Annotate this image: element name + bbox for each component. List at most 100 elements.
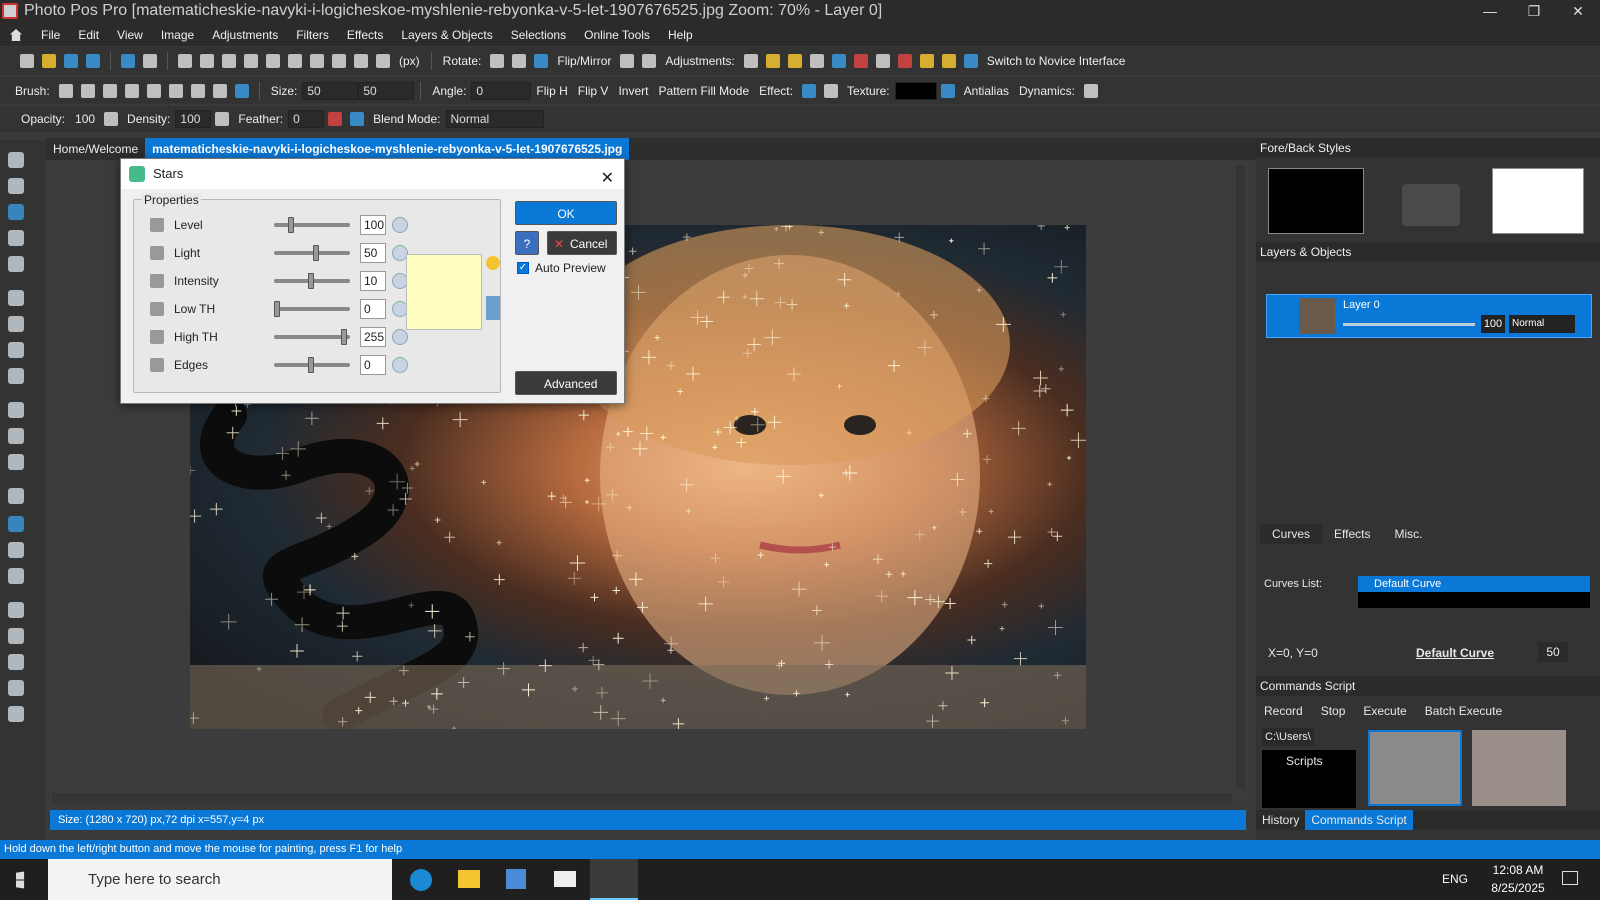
magic-select-icon[interactable] bbox=[8, 316, 24, 332]
slider-thumb[interactable] bbox=[308, 357, 314, 373]
slider-thumb[interactable] bbox=[341, 329, 347, 345]
redo-icon[interactable] bbox=[143, 54, 157, 68]
effect-options-icon[interactable] bbox=[823, 83, 838, 98]
cancel-button[interactable]: ✕ Cancel bbox=[547, 231, 617, 255]
paste-new-icon[interactable] bbox=[244, 54, 258, 68]
curve-value[interactable]: 50 bbox=[1538, 642, 1568, 662]
background-color[interactable] bbox=[1492, 168, 1584, 234]
texture-dropdown-icon[interactable] bbox=[940, 83, 955, 98]
menu-help[interactable]: Help bbox=[668, 28, 693, 42]
lightning-icon[interactable] bbox=[941, 54, 956, 68]
property-value-input[interactable]: 0 bbox=[360, 299, 386, 319]
curve-link[interactable]: Default Curve bbox=[1416, 646, 1494, 660]
property-value-input[interactable]: 50 bbox=[360, 243, 386, 263]
file-explorer-icon[interactable] bbox=[458, 870, 480, 888]
reset-icon[interactable] bbox=[392, 329, 408, 345]
menu-effects[interactable]: Effects bbox=[347, 28, 383, 42]
property-slider[interactable] bbox=[274, 273, 350, 289]
horizontal-scrollbar[interactable] bbox=[52, 793, 1232, 803]
menu-image[interactable]: Image bbox=[161, 28, 194, 42]
slider-thumb[interactable] bbox=[308, 273, 314, 289]
rotate-right-icon[interactable] bbox=[512, 54, 527, 68]
ok-button[interactable]: OK bbox=[515, 201, 617, 225]
levels-icon[interactable] bbox=[787, 54, 802, 68]
foreground-color[interactable] bbox=[1268, 168, 1364, 234]
photo-icon[interactable] bbox=[853, 54, 868, 68]
layer-opacity-slider[interactable] bbox=[1343, 323, 1475, 326]
blend-mode-select[interactable]: Normal bbox=[445, 110, 544, 128]
ruler-tool-icon[interactable] bbox=[8, 628, 24, 644]
rotate-free-icon[interactable] bbox=[534, 54, 549, 68]
vertical-scrollbar[interactable] bbox=[1236, 165, 1246, 789]
menu-filters[interactable]: Filters bbox=[296, 28, 329, 42]
script-path[interactable]: C:\Users\ bbox=[1262, 728, 1314, 746]
slider-thumb[interactable] bbox=[288, 217, 294, 233]
feather-input[interactable]: 0 bbox=[288, 110, 325, 128]
reset-icon[interactable] bbox=[392, 357, 408, 373]
blur-icon[interactable] bbox=[831, 54, 846, 68]
property-slider[interactable] bbox=[274, 245, 350, 261]
dodge-tool-icon[interactable] bbox=[8, 706, 24, 722]
copy-icon[interactable] bbox=[200, 54, 214, 68]
grid-icon[interactable] bbox=[288, 54, 302, 68]
red-eye-icon[interactable] bbox=[897, 54, 912, 68]
swatch-arrows-icon[interactable] bbox=[486, 296, 500, 320]
clock-date[interactable]: 8/25/2025 bbox=[1486, 881, 1550, 895]
tab-home-welcome[interactable]: Home/Welcome bbox=[46, 138, 145, 160]
cut-icon[interactable] bbox=[178, 54, 192, 68]
swap-colors-icon[interactable] bbox=[1402, 184, 1460, 226]
batch-execute-button[interactable]: Batch Execute bbox=[1425, 704, 1502, 718]
layer-blend-select[interactable]: Normal bbox=[1509, 315, 1575, 333]
brush-circle-icon[interactable] bbox=[80, 83, 95, 98]
curve-item[interactable]: Default Curve bbox=[1358, 576, 1590, 592]
scripts-folder[interactable]: Scripts bbox=[1262, 750, 1356, 808]
novice-interface-icon[interactable] bbox=[963, 54, 978, 68]
move-tool-icon[interactable] bbox=[8, 204, 24, 220]
color-picker-icon[interactable] bbox=[486, 256, 500, 270]
guides-icon[interactable] bbox=[332, 54, 346, 68]
line-tool-icon[interactable] bbox=[8, 454, 24, 470]
brush-square-icon[interactable] bbox=[58, 83, 73, 98]
close-window-button[interactable]: ✕ bbox=[1556, 0, 1600, 24]
property-value-input[interactable]: 0 bbox=[360, 355, 386, 375]
opacity-value[interactable]: 100 bbox=[75, 112, 95, 126]
tab-history[interactable]: History bbox=[1256, 810, 1305, 830]
menu-view[interactable]: View bbox=[117, 28, 143, 42]
brush-star-icon[interactable] bbox=[234, 83, 249, 98]
menu-adjustments[interactable]: Adjustments bbox=[212, 28, 278, 42]
resize-icon[interactable] bbox=[354, 54, 368, 68]
sharpen-icon[interactable] bbox=[809, 54, 824, 68]
new-file-icon[interactable] bbox=[20, 54, 34, 68]
invert-checkbox[interactable]: Invert bbox=[618, 84, 648, 98]
crop-tool-icon[interactable] bbox=[8, 230, 24, 246]
menu-selections[interactable]: Selections bbox=[511, 28, 566, 42]
tab-commands-script[interactable]: Commands Script bbox=[1305, 810, 1413, 830]
undo-icon[interactable] bbox=[121, 54, 135, 68]
menu-layers-objects[interactable]: Layers & Objects bbox=[401, 28, 492, 42]
layer-row[interactable]: Layer 0 100 Normal bbox=[1266, 294, 1592, 338]
feather-icon[interactable] bbox=[328, 112, 343, 126]
tab-effects[interactable]: Effects bbox=[1322, 524, 1382, 544]
language-indicator[interactable]: ENG bbox=[1442, 872, 1468, 886]
pattern-fill-checkbox[interactable]: Pattern Fill Mode bbox=[658, 84, 749, 98]
brush-triangle-icon[interactable] bbox=[102, 83, 117, 98]
zoom-tool-icon[interactable] bbox=[8, 178, 24, 194]
tab-current-image[interactable]: matematicheskie-navyki-i-logicheskoe-mys… bbox=[145, 138, 630, 160]
density-input[interactable]: 100 bbox=[175, 110, 212, 128]
property-value-input[interactable]: 100 bbox=[360, 215, 386, 235]
auto-preview-checkbox[interactable]: ✓ Auto Preview bbox=[517, 261, 606, 275]
taskbar-search[interactable]: Type here to search bbox=[48, 859, 392, 900]
pointer-tool-icon[interactable] bbox=[8, 152, 24, 168]
brush-spiral-icon[interactable] bbox=[212, 83, 227, 98]
stop-button[interactable]: Stop bbox=[1321, 704, 1346, 718]
opacity-icon[interactable] bbox=[104, 112, 119, 126]
measure-icon[interactable] bbox=[376, 54, 390, 68]
start-icon[interactable] bbox=[16, 871, 25, 889]
size-input-1[interactable]: 50 bbox=[302, 81, 359, 100]
property-value-input[interactable]: 255 bbox=[360, 327, 386, 347]
record-button[interactable]: Record bbox=[1264, 704, 1303, 718]
clock-time[interactable]: 12:08 AM bbox=[1486, 863, 1550, 877]
maximize-button[interactable]: ❐ bbox=[1512, 0, 1556, 24]
save-icon[interactable] bbox=[64, 54, 78, 68]
open-folder-icon[interactable] bbox=[42, 54, 56, 68]
